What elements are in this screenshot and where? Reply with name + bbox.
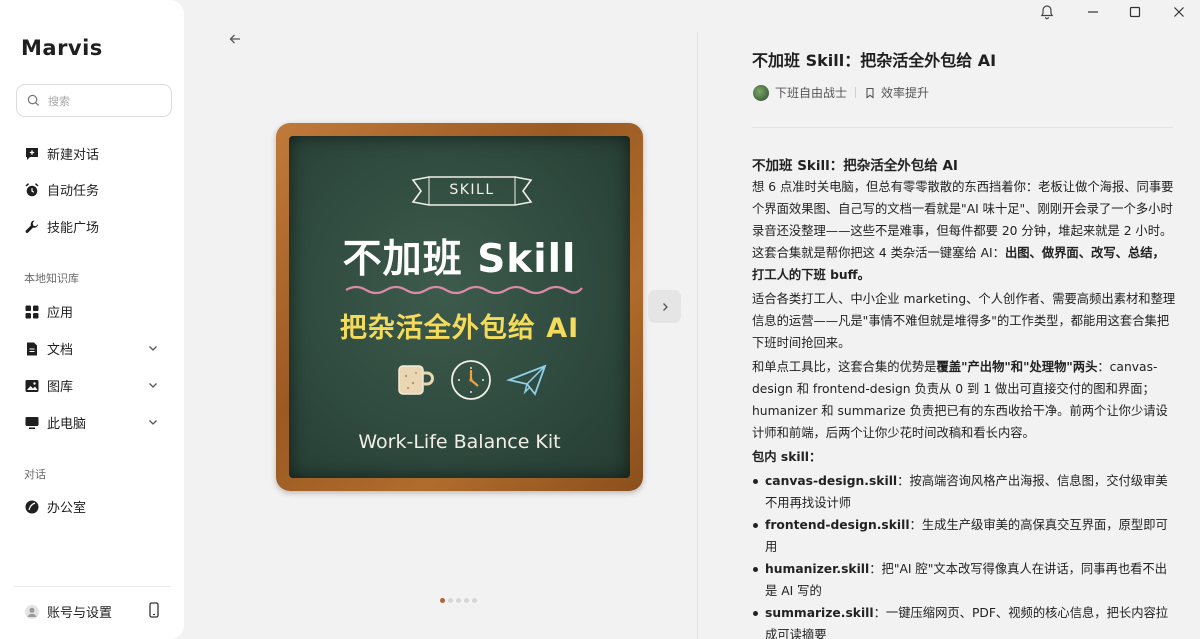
- account-settings-button[interactable]: 账号与设置: [24, 602, 112, 621]
- carousel-dot[interactable]: [440, 598, 445, 603]
- back-arrow-icon[interactable]: [227, 31, 243, 47]
- paragraph-bold-text: 覆盖"产出物"和"处理物"两头: [936, 360, 1098, 374]
- article-heading: 不加班 Skill：把杂活全外包给 AI: [752, 158, 958, 174]
- board-footer: Work-Life Balance Kit: [358, 431, 561, 453]
- monitor-icon: [25, 416, 39, 429]
- paragraph-text: 和单点工具比，这套合集的优势是: [752, 360, 937, 374]
- list-heading-text: 包内 skill：: [752, 450, 822, 464]
- sidebar-item-label: 新建对话: [47, 148, 100, 163]
- sidebar-item-label: 图库: [47, 380, 74, 395]
- alarm-clock-icon: [25, 182, 39, 196]
- bookmark-icon: [866, 87, 874, 99]
- close-icon[interactable]: [1171, 4, 1187, 20]
- paragraph-advantage: 和单点工具比，这套合集的优势是覆盖"产出物"和"处理物"两头：canvas-de…: [752, 356, 1177, 444]
- sidebar-item-label: 文档: [47, 343, 74, 358]
- carousel-indicator: [440, 598, 477, 603]
- carousel-next-button[interactable]: [648, 290, 681, 323]
- sidebar-item-label: 自动任务: [47, 184, 100, 199]
- pane-divider: [697, 32, 698, 639]
- chat-plus-icon: [26, 147, 38, 160]
- sidebar-item-auto-tasks[interactable]: 自动任务: [24, 180, 99, 199]
- squiggle-underline-icon: [345, 285, 583, 295]
- chalkboard-surface: SKILL 不加班 Skill 把杂活全外包给 AI Work-Life Bal…: [289, 136, 630, 478]
- list-item: canvas-design.skill：按高端咨询风格产出海报、信息图，交付级审…: [752, 470, 1177, 514]
- article-body: 不加班 Skill：把杂活全外包给 AI 想 6 点准时关电脑，但总有零零散散的…: [752, 156, 1177, 639]
- sidebar-item-gallery[interactable]: 图库: [24, 376, 73, 395]
- skill-name: canvas-design.skill: [765, 474, 898, 488]
- minimize-icon[interactable]: [1085, 4, 1101, 20]
- section-local-kb: 本地知识库: [24, 272, 79, 285]
- board-title: 不加班 Skill: [342, 237, 577, 282]
- phone-icon[interactable]: [147, 602, 161, 618]
- skill-name: humanizer.skill: [765, 562, 870, 576]
- maximize-icon[interactable]: [1127, 4, 1143, 20]
- paragraph-intro: 想 6 点准时关电脑，但总有零零散散的东西挡着你：老板让做个海报、同事要个界面效…: [752, 176, 1177, 286]
- skill-name: summarize.skill: [765, 606, 874, 620]
- sidebar-item-skill-plaza[interactable]: 技能广场: [24, 217, 99, 236]
- sidebar-divider: [14, 586, 171, 587]
- article-category[interactable]: 效率提升: [881, 84, 929, 101]
- account-label: 账号与设置: [47, 606, 113, 621]
- sidebar-item-apps[interactable]: 应用: [24, 302, 73, 321]
- carousel-dot[interactable]: [464, 598, 469, 603]
- skill-list: canvas-design.skill：按高端咨询风格产出海报、信息图，交付级审…: [752, 470, 1177, 639]
- image-icon: [25, 379, 39, 392]
- list-heading: 包内 skill：: [752, 446, 1177, 468]
- board-subtitle: 把杂活全外包给 AI: [339, 313, 580, 344]
- clock-icon: [451, 360, 491, 400]
- sidebar-item-this-pc[interactable]: 此电脑: [24, 413, 86, 432]
- apps-grid-icon: [25, 305, 39, 318]
- section-chats: 对话: [24, 468, 46, 481]
- search-placeholder: 搜索: [48, 94, 70, 108]
- chevron-down-icon[interactable]: [147, 342, 159, 354]
- app-logo: Marvis: [21, 36, 103, 60]
- chevron-right-icon: [662, 302, 668, 311]
- article-title: 不加班 Skill：把杂活全外包给 AI: [752, 51, 997, 70]
- list-item: frontend-design.skill：生成生产级审美的高保真交互界面，原型…: [752, 514, 1177, 558]
- sidebar-item-docs[interactable]: 文档: [24, 339, 73, 358]
- coffee-mug-icon: [398, 365, 434, 395]
- skill-banner: SKILL: [409, 172, 535, 210]
- bell-icon[interactable]: [1039, 4, 1055, 20]
- list-item: humanizer.skill：把"AI 腔"文本改写得像真人在讲话，同事再也看…: [752, 558, 1177, 602]
- carousel-dot[interactable]: [448, 598, 453, 603]
- sidebar-item-label: 技能广场: [47, 221, 100, 236]
- search-icon: [27, 94, 40, 107]
- author-name[interactable]: 下班自由战士: [775, 84, 847, 101]
- banner-text: SKILL: [449, 182, 495, 198]
- leaf-icon: [25, 500, 39, 513]
- wrench-icon: [25, 220, 38, 233]
- paper-plane-icon: [505, 364, 547, 396]
- carousel-dot[interactable]: [472, 598, 477, 603]
- sidebar-item-label: 此电脑: [47, 417, 87, 432]
- search-input[interactable]: 搜索: [16, 84, 172, 117]
- paragraph-audience: 适合各类打工人、中小企业 marketing、个人创作者、需要高频出素材和整理信…: [752, 292, 1176, 350]
- header-divider: [752, 127, 1173, 128]
- chevron-down-icon[interactable]: [147, 416, 159, 428]
- carousel-dot[interactable]: [456, 598, 461, 603]
- sidebar-item-office[interactable]: 办公室: [24, 497, 86, 516]
- article-meta: 下班自由战士 效率提升: [753, 84, 929, 101]
- document-icon: [27, 342, 37, 355]
- sidebar-item-label: 应用: [47, 306, 74, 321]
- sidebar-item-new-chat[interactable]: 新建对话: [24, 144, 99, 163]
- sidebar-item-label: 办公室: [47, 501, 87, 516]
- user-icon: [25, 604, 39, 619]
- author-avatar[interactable]: [753, 84, 769, 101]
- meta-separator: [855, 87, 857, 98]
- sidebar: Marvis 搜索 新建对话 自动任务 技能广场 本地知识库 应用 文档 图库 …: [0, 0, 184, 639]
- cover-image-chalkboard: SKILL 不加班 Skill 把杂活全外包给 AI Work-Life Bal…: [276, 123, 643, 491]
- list-item: summarize.skill：一键压缩网页、PDF、视频的核心信息，把长内容拉…: [752, 602, 1177, 639]
- chevron-down-icon[interactable]: [147, 379, 159, 391]
- skill-name: frontend-design.skill: [765, 518, 910, 532]
